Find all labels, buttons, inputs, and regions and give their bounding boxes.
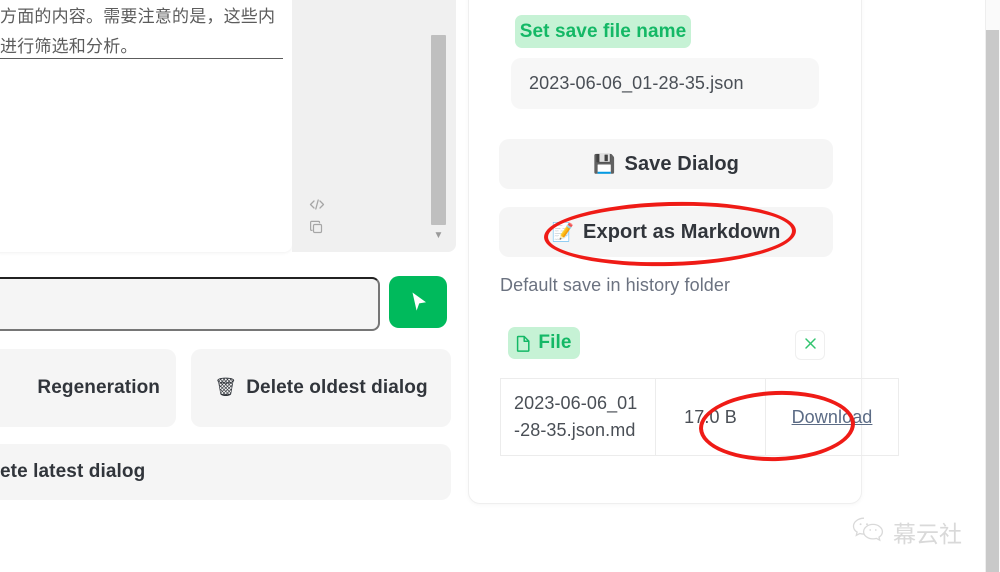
file-name-cell: 2023-06-06_01-28-35.json.md bbox=[500, 378, 656, 456]
watermark: 幕云社 bbox=[852, 515, 962, 549]
download-link[interactable]: Download bbox=[792, 407, 873, 427]
file-size-cell: 17.0 B bbox=[655, 378, 766, 456]
file-list-table: 2023-06-06_01-28-35.json.md 17.0 B Downl… bbox=[500, 378, 899, 456]
floppy-disk-icon: 💾 bbox=[593, 153, 616, 175]
watermark-text: 幕云社 bbox=[893, 522, 962, 548]
output-scrollbar-thumb[interactable] bbox=[431, 35, 446, 225]
wechat-icon bbox=[852, 516, 886, 548]
export-as-markdown-button[interactable]: 📝 Export as Markdown bbox=[499, 207, 833, 257]
page-scrollbar-track[interactable] bbox=[985, 0, 1000, 572]
save-file-name-input[interactable] bbox=[511, 58, 819, 109]
code-icon[interactable] bbox=[309, 198, 325, 214]
send-button[interactable] bbox=[389, 276, 447, 328]
set-save-file-name-label: Set save file name bbox=[515, 15, 691, 48]
copy-icon[interactable] bbox=[309, 220, 325, 241]
save-dialog-button[interactable]: 💾 Save Dialog bbox=[499, 139, 833, 189]
table-row: 2023-06-06_01-28-35.json.md 17.0 B Downl… bbox=[500, 378, 899, 456]
cursor-arrow-icon bbox=[404, 288, 432, 316]
chat-output-bubble: 方面的内容。需要注意的是，这些内 进行筛选和分析。 bbox=[0, 0, 292, 252]
message-input[interactable] bbox=[0, 277, 380, 331]
chat-output-toolbar: ▼ bbox=[292, 0, 456, 252]
page-scrollbar-thumb[interactable] bbox=[986, 30, 999, 572]
close-icon bbox=[803, 336, 818, 354]
file-action-cell: Download bbox=[765, 378, 899, 456]
document-icon bbox=[516, 335, 531, 352]
export-as-markdown-label: Export as Markdown bbox=[583, 220, 781, 243]
delete-oldest-dialog-label: Delete oldest dialog bbox=[246, 377, 428, 398]
memo-pencil-icon: 📝 bbox=[551, 221, 575, 243]
trash-icon: 🗑 bbox=[214, 377, 238, 398]
delete-latest-dialog-button[interactable]: ete latest dialog bbox=[0, 444, 451, 500]
regeneration-button[interactable]: Regeneration bbox=[0, 349, 176, 427]
set-save-file-name-text: Set save file name bbox=[519, 20, 687, 42]
delete-latest-dialog-label: ete latest dialog bbox=[0, 461, 146, 482]
file-badge-label: File bbox=[538, 332, 572, 353]
chat-divider bbox=[0, 58, 283, 59]
scroll-down-arrow-icon[interactable]: ▼ bbox=[431, 230, 446, 242]
save-export-card: Set save file name 💾 Save Dialog 📝 Expor… bbox=[468, 0, 899, 504]
regeneration-label: Regeneration bbox=[37, 377, 160, 398]
default-save-hint: Default save in history folder bbox=[500, 275, 731, 295]
chat-output-text: 方面的内容。需要注意的是，这些内 进行筛选和分析。 bbox=[0, 7, 276, 56]
close-file-list-button[interactable] bbox=[795, 330, 825, 360]
save-dialog-label: Save Dialog bbox=[624, 152, 739, 175]
delete-oldest-dialog-button[interactable]: 🗑 Delete oldest dialog bbox=[191, 349, 451, 427]
file-badge: File bbox=[508, 327, 580, 359]
screenshot-root: 方面的内容。需要注意的是，这些内 进行筛选和分析。 ▼ Regeneration… bbox=[0, 0, 1000, 572]
left-chat-panel: 方面的内容。需要注意的是，这些内 进行筛选和分析。 ▼ Regeneration… bbox=[0, 0, 456, 572]
